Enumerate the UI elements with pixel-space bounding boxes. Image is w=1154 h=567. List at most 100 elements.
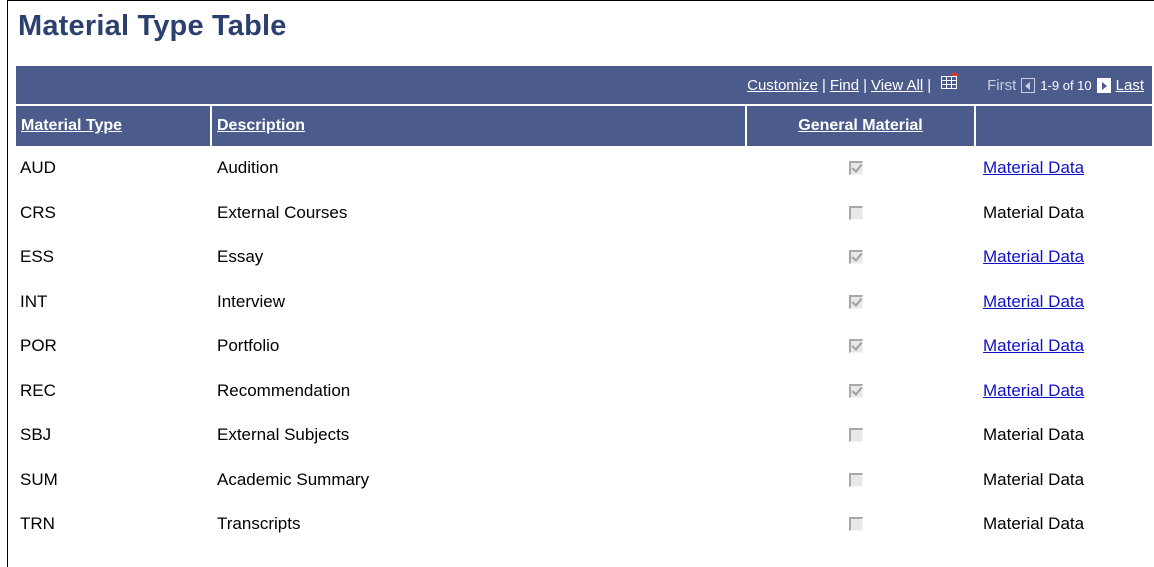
description-value: External Courses [217,202,348,222]
description-cell: Audition [217,146,278,191]
description-value: Audition [217,158,279,178]
material-data-cell: Material Data [983,369,1084,414]
material-data-cell: Material Data [983,235,1084,280]
description-value: Transcripts [217,514,301,534]
separator: | [927,76,932,94]
material-data-link: Material Data [983,514,1085,534]
material-data-cell: Material Data [983,146,1084,191]
material-type-cell: ESS [20,235,54,280]
first-label: First [987,76,1017,94]
general-material-cell [849,280,863,325]
general-material-checkbox[interactable] [849,428,863,443]
general-material-checkbox[interactable] [849,383,863,398]
separator: | [821,76,826,94]
material-data-link[interactable]: Material Data [983,247,1084,267]
view-all-link[interactable]: View All [871,77,923,94]
grid-navigation: Customize | Find | View All | First 1-9 … [747,66,1152,104]
material-data-link: Material Data [983,202,1085,222]
material-data-cell: Material Data [983,324,1084,369]
general-material-cell [849,413,863,458]
customize-link[interactable]: Customize [747,77,818,94]
description-cell: Interview [217,280,285,325]
table-row: SUM Academic Summary Material Data [16,458,1152,503]
description-cell: Portfolio [217,324,279,369]
general-material-checkbox[interactable] [849,161,863,176]
general-material-cell [849,369,863,414]
page-title: Material Type Table [18,10,287,42]
column-header-material-type[interactable]: Material Type [16,106,210,146]
previous-arrow-icon [1021,77,1036,93]
general-material-cell [849,146,863,191]
material-type-cell: CRS [20,191,56,236]
general-material-checkbox[interactable] [849,339,863,354]
material-type-cell: AUD [20,146,56,191]
material-data-cell: Material Data [983,280,1084,325]
separator: | [863,76,867,94]
general-material-cell [849,324,863,369]
general-material-checkbox[interactable] [849,294,863,309]
table-row: SBJ External Subjects Material Data [16,413,1152,458]
general-material-checkbox[interactable] [849,250,863,265]
general-material-cell [849,191,863,236]
last-link[interactable]: Last [1116,77,1144,94]
description-value: Academic Summary [217,469,370,489]
description-cell: Academic Summary [217,458,369,503]
description-cell: Transcripts [217,502,300,547]
next-arrow-icon[interactable] [1096,77,1111,93]
material-type-cell: SBJ [20,413,51,458]
description-cell: External Courses [217,191,347,236]
material-data-cell: Material Data [983,458,1084,503]
material-type-cell: REC [20,369,56,414]
column-header-link [976,106,1152,146]
table-body: AUD Audition Material Data CRS External Cour… [16,146,1152,547]
material-data-cell: Material Data [983,191,1084,236]
material-type-cell: SUM [20,458,58,503]
material-data-cell: Material Data [983,502,1084,547]
general-material-checkbox[interactable] [849,205,863,220]
material-type-value: REC [20,380,56,400]
row-count: 1-9 of 10 [1040,77,1092,93]
table-row: ESS Essay Material Data [16,235,1152,280]
material-type-value: SUM [20,469,58,489]
table-header: Material Type Description General Materi… [16,106,1152,146]
material-data-link[interactable]: Material Data [983,292,1084,312]
material-type-cell: TRN [20,502,55,547]
material-data-link[interactable]: Material Data [983,158,1084,178]
table-row: REC Recommendation Material Data [16,369,1152,414]
general-material-checkbox[interactable] [849,472,863,487]
description-value: Essay [217,247,264,267]
material-type-value: ESS [20,247,55,267]
general-material-cell [849,235,863,280]
material-data-link[interactable]: Material Data [983,381,1084,401]
table-row: AUD Audition Material Data [16,146,1152,191]
material-type-value: CRS [20,202,56,222]
description-cell: Essay [217,235,263,280]
description-value: Recommendation [217,380,351,400]
material-type-cell: POR [20,324,57,369]
general-material-cell [849,502,863,547]
table-row: TRN Transcripts Material Data [16,502,1152,547]
download-to-spreadsheet-icon[interactable] [941,73,959,89]
column-header-description[interactable]: Description [212,106,745,146]
material-type-value: AUD [20,158,56,178]
column-header-general-material[interactable]: General Material [747,106,974,146]
grid-toolbar: Customize | Find | View All | First 1-9 … [16,66,1152,104]
find-link[interactable]: Find [830,77,859,94]
material-data-link: Material Data [983,425,1085,445]
window-border-left [7,0,8,567]
material-type-value: SBJ [20,425,52,445]
description-cell: Recommendation [217,369,350,414]
material-type-value: INT [20,291,48,311]
general-material-checkbox[interactable] [849,517,863,532]
description-value: Interview [217,291,286,311]
general-material-cell [849,458,863,503]
material-type-cell: INT [20,280,47,325]
material-data-link: Material Data [983,469,1085,489]
window-border-top [7,0,1154,1]
material-type-value: POR [20,336,57,356]
description-cell: External Subjects [217,413,349,458]
material-type-value: TRN [20,514,55,534]
material-data-link[interactable]: Material Data [983,336,1084,356]
table-row: POR Portfolio Material Data [16,324,1152,369]
material-data-cell: Material Data [983,413,1084,458]
